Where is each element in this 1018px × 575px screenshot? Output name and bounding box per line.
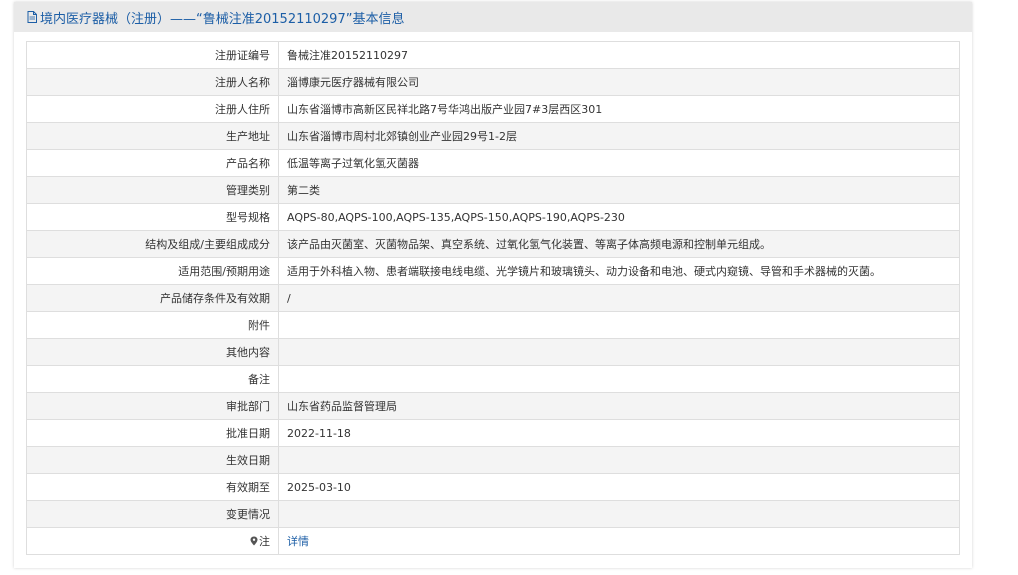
info-table-wrapper: 注册证编号 鲁械注准20152110297 注册人名称 淄博康元医疗器械有限公司… [26, 41, 960, 555]
row-value: 该产品由灭菌室、灭菌物品架、真空系统、过氧化氢气化装置、等离子体高频电源和控制单… [278, 230, 960, 258]
row-value: 淄博康元医疗器械有限公司 [278, 68, 960, 96]
note-value-cell: 详情 [278, 527, 960, 555]
table-row: 注册人住所 山东省淄博市高新区民祥北路7号华鸿出版产业园7#3层西区301 [26, 95, 960, 123]
row-value [278, 365, 960, 393]
table-row: 审批部门 山东省药品监督管理局 [26, 392, 960, 420]
row-label: 适用范围/预期用途 [26, 257, 279, 285]
page-title: 境内医疗器械（注册）——“鲁械注准20152110297”基本信息 [40, 11, 405, 27]
row-value: 山东省淄博市高新区民祥北路7号华鸿出版产业园7#3层西区301 [278, 95, 960, 123]
document-icon [27, 11, 37, 23]
row-label: 批准日期 [26, 419, 279, 447]
row-label: 备注 [26, 365, 279, 393]
row-value: / [278, 284, 960, 312]
table-row: 备注 [26, 365, 960, 393]
note-label-cell: 注 [26, 527, 279, 555]
pin-icon [250, 536, 258, 546]
info-panel: 境内医疗器械（注册）——“鲁械注准20152110297”基本信息 注册证编号 … [14, 2, 972, 568]
table-row: 有效期至 2025-03-10 [26, 473, 960, 501]
table-row: 管理类别 第二类 [26, 176, 960, 204]
table-row: 产品名称 低温等离子过氧化氢灭菌器 [26, 149, 960, 177]
row-value: 鲁械注准20152110297 [278, 41, 960, 69]
table-row: 批准日期 2022-11-18 [26, 419, 960, 447]
row-label: 变更情况 [26, 500, 279, 528]
note-label: 注 [259, 535, 270, 548]
row-value: 第二类 [278, 176, 960, 204]
row-label: 生效日期 [26, 446, 279, 474]
row-label: 生产地址 [26, 122, 279, 150]
row-value: AQPS-80,AQPS-100,AQPS-135,AQPS-150,AQPS-… [278, 203, 960, 231]
row-value [278, 311, 960, 339]
row-value: 低温等离子过氧化氢灭菌器 [278, 149, 960, 177]
table-row: 注册证编号 鲁械注准20152110297 [26, 41, 960, 69]
table-row: 附件 [26, 311, 960, 339]
row-label: 产品名称 [26, 149, 279, 177]
row-label: 其他内容 [26, 338, 279, 366]
row-label: 管理类别 [26, 176, 279, 204]
row-value [278, 500, 960, 528]
row-value [278, 338, 960, 366]
table-row: 注册人名称 淄博康元医疗器械有限公司 [26, 68, 960, 96]
row-label: 注册人名称 [26, 68, 279, 96]
row-label: 注册人住所 [26, 95, 279, 123]
table-row: 结构及组成/主要组成成分 该产品由灭菌室、灭菌物品架、真空系统、过氧化氢气化装置… [26, 230, 960, 258]
row-value: 山东省药品监督管理局 [278, 392, 960, 420]
row-label: 结构及组成/主要组成成分 [26, 230, 279, 258]
row-value: 适用于外科植入物、患者端联接电线电缆、光学镜片和玻璃镜头、动力设备和电池、硬式内… [278, 257, 960, 285]
table-row: 生产地址 山东省淄博市周村北郊镇创业产业园29号1-2层 [26, 122, 960, 150]
panel-header: 境内医疗器械（注册）——“鲁械注准20152110297”基本信息 [14, 2, 972, 32]
row-label: 产品储存条件及有效期 [26, 284, 279, 312]
table-row: 生效日期 [26, 446, 960, 474]
table-row: 适用范围/预期用途 适用于外科植入物、患者端联接电线电缆、光学镜片和玻璃镜头、动… [26, 257, 960, 285]
table-row: 变更情况 [26, 500, 960, 528]
note-row: 注 详情 [26, 527, 960, 555]
table-row: 型号规格 AQPS-80,AQPS-100,AQPS-135,AQPS-150,… [26, 203, 960, 231]
row-label: 附件 [26, 311, 279, 339]
row-label: 审批部门 [26, 392, 279, 420]
table-row: 产品储存条件及有效期 / [26, 284, 960, 312]
row-label: 注册证编号 [26, 41, 279, 69]
row-value: 2025-03-10 [278, 473, 960, 501]
row-value: 山东省淄博市周村北郊镇创业产业园29号1-2层 [278, 122, 960, 150]
table-row: 其他内容 [26, 338, 960, 366]
row-label: 型号规格 [26, 203, 279, 231]
info-table: 注册证编号 鲁械注准20152110297 注册人名称 淄博康元医疗器械有限公司… [26, 41, 960, 555]
row-label: 有效期至 [26, 473, 279, 501]
row-value: 2022-11-18 [278, 419, 960, 447]
row-value [278, 446, 960, 474]
details-link[interactable]: 详情 [287, 535, 309, 548]
